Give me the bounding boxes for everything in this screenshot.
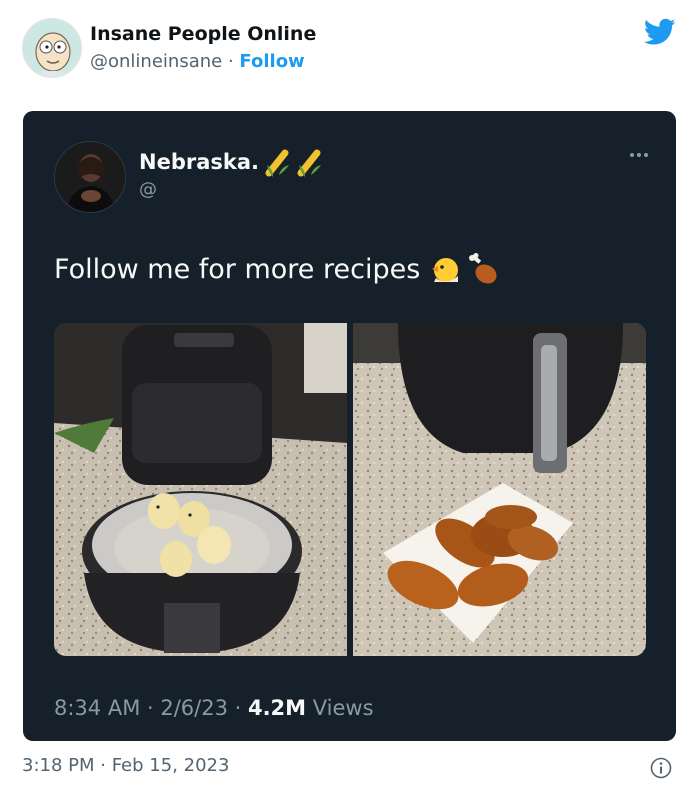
photo-fried-chicken[interactable]: [353, 323, 646, 656]
dot: [630, 153, 634, 157]
outer-display-name[interactable]: Insane People Online: [90, 23, 316, 45]
avatar[interactable]: [22, 18, 82, 78]
photo-chicks-in-air-fryer[interactable]: [54, 323, 347, 656]
views-label: Views: [306, 696, 374, 720]
tweet-meta: 8:34 AM · 2/6/23 · 4.2M Views: [54, 696, 374, 720]
outer-handle[interactable]: @onlineinsane: [90, 51, 222, 72]
media-grid: [54, 323, 646, 656]
fried-chicken-photo-image: [353, 323, 646, 656]
tweet-timestamp[interactable]: 8:34 AM · 2/6/23 ·: [54, 696, 248, 720]
twitter-bird-icon[interactable]: [644, 18, 676, 46]
outer-handle-line: @onlineinsane · Follow: [90, 51, 305, 72]
embedded-handle[interactable]: @: [139, 179, 157, 200]
separator-dot: ·: [227, 51, 234, 72]
info-icon[interactable]: [650, 757, 672, 779]
hatching-chick-icon: [432, 253, 497, 284]
outer-tweet-header: Insane People Online @onlineinsane · Fol…: [22, 18, 678, 80]
more-options-icon[interactable]: [630, 153, 648, 157]
outer-timestamp[interactable]: 3:18 PM · Feb 15, 2023: [22, 755, 229, 776]
follow-button[interactable]: Follow: [239, 51, 304, 72]
poultry-leg-icon: [469, 253, 497, 284]
profile-photo-icon: [55, 142, 125, 212]
chicks-photo-image: [54, 323, 347, 656]
tweet-body: Follow me for more recipes: [54, 253, 421, 285]
embedded-avatar[interactable]: [54, 141, 126, 213]
tweet-text: Follow me for more recipes: [54, 252, 502, 286]
dot: [637, 153, 641, 157]
embedded-tweet-card[interactable]: Nebraska. @ Follow me for more recipes 8…: [23, 111, 676, 741]
cartoon-avatar-icon: [23, 19, 81, 77]
views-count: 4.2M: [247, 696, 307, 720]
embedded-name-text: Nebraska.: [139, 150, 259, 174]
corn-icon: [265, 149, 321, 177]
dot: [644, 153, 648, 157]
embedded-display-name[interactable]: Nebraska.: [139, 147, 327, 177]
